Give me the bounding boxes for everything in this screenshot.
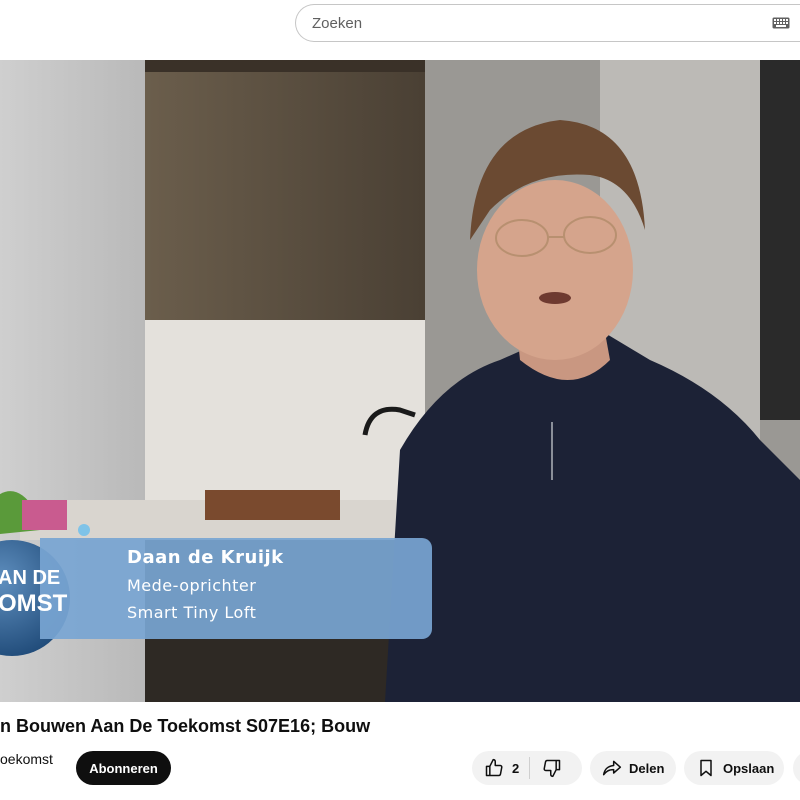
save-button[interactable]: Opslaan [684, 751, 784, 785]
show-logo-line1: AN DE [0, 567, 61, 589]
video-title: n Bouwen Aan De Toekomst S07E16; Bouw [0, 716, 371, 736]
thumbs-down-icon [543, 759, 561, 778]
share-icon [602, 760, 622, 776]
like-button[interactable]: 2 [472, 751, 529, 785]
like-count: 2 [512, 760, 520, 776]
search-box[interactable] [295, 4, 800, 42]
top-bar [0, 0, 800, 60]
subscribe-button[interactable]: Abonneren [76, 751, 171, 785]
speaker-role: Mede-oprichter [127, 576, 257, 595]
more-actions-button[interactable] [793, 751, 800, 785]
save-label: Opslaan [723, 760, 775, 776]
share-button[interactable]: Delen [590, 751, 676, 785]
speaker-name: Daan de Kruijk [127, 547, 284, 568]
bookmark-icon [700, 759, 712, 777]
keyboard-icon[interactable] [772, 17, 790, 29]
share-label: Delen [629, 760, 665, 776]
speaker-company: Smart Tiny Loft [127, 603, 257, 622]
channel-name[interactable]: oekomst [0, 751, 53, 767]
dislike-button[interactable] [530, 751, 562, 785]
show-logo-line2: OMST [0, 590, 68, 617]
like-dislike-group: 2 [472, 751, 582, 785]
search-input[interactable] [312, 14, 752, 32]
thumbs-up-icon [485, 758, 503, 777]
